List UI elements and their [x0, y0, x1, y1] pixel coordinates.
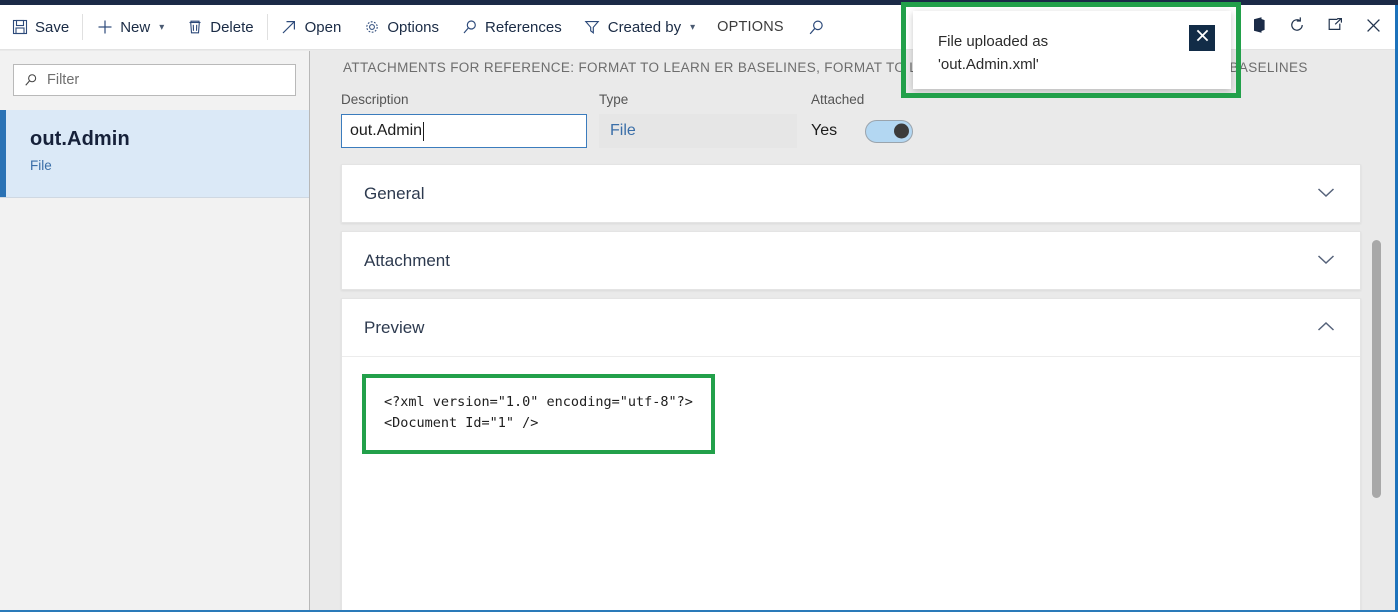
upload-notification: File uploaded as 'out.Admin.xml': [913, 11, 1231, 89]
list-item[interactable]: out.Admin File: [0, 110, 309, 198]
type-field-group: Type File: [599, 92, 797, 148]
selection-accent-bar: [0, 110, 6, 197]
attached-value: Yes: [811, 122, 837, 140]
close-icon: [1364, 16, 1383, 40]
type-value-field[interactable]: File: [599, 114, 797, 148]
options-button[interactable]: Options: [352, 5, 450, 50]
scrollbar-thumb[interactable]: [1372, 240, 1381, 498]
created-by-button[interactable]: Created by ▾: [573, 5, 706, 50]
description-input[interactable]: out.Admin: [341, 114, 587, 148]
search-input[interactable]: [47, 72, 285, 88]
accordion-group: General Attachment: [341, 164, 1361, 612]
section-attachment-title: Attachment: [364, 251, 450, 271]
section-attachment-header[interactable]: Attachment: [342, 232, 1360, 289]
xml-preview-content: <?xml version="1.0" encoding="utf-8"?> <…: [384, 392, 693, 434]
delete-button[interactable]: Delete: [175, 5, 264, 50]
filter-container: [0, 51, 309, 96]
references-label: References: [485, 19, 562, 36]
chevron-down-icon: ▾: [159, 22, 164, 33]
save-icon: [11, 19, 28, 36]
type-label: Type: [599, 92, 797, 107]
chevron-down-icon[interactable]: [1317, 254, 1335, 267]
section-preview: Preview <?xml version="1.0" encoding="ut…: [341, 298, 1361, 612]
attached-row: Yes: [811, 114, 1011, 148]
attachment-list: out.Admin File: [0, 110, 309, 198]
chevron-down-icon[interactable]: [1317, 187, 1335, 200]
open-arrow-icon: [281, 19, 298, 36]
office-icon: [1250, 16, 1268, 39]
filter-icon: [584, 19, 601, 36]
popout-icon: [1326, 16, 1344, 39]
trash-icon: [186, 19, 203, 36]
xml-preview-annotation: <?xml version="1.0" encoding="utf-8"?> <…: [362, 374, 715, 454]
toolbar-divider: [82, 14, 83, 40]
toolbar-divider: [267, 14, 268, 40]
options-menu-label: OPTIONS: [717, 19, 784, 35]
gear-icon: [363, 19, 380, 36]
attached-label: Attached: [811, 92, 1011, 107]
type-value: File: [610, 122, 636, 140]
open-button[interactable]: Open: [270, 5, 353, 50]
description-value: out.Admin: [350, 122, 422, 140]
application-window: Save New ▾ Delete: [0, 0, 1398, 612]
open-label: Open: [305, 19, 342, 36]
main-content: Description out.Admin Type File Attached…: [311, 84, 1398, 612]
magnifier-icon: [461, 19, 478, 36]
notification-close-button[interactable]: [1189, 25, 1215, 51]
section-preview-body: <?xml version="1.0" encoding="utf-8"?> <…: [342, 356, 1360, 612]
section-general: General: [341, 164, 1361, 223]
refresh-icon: [1288, 16, 1306, 39]
close-icon: [1194, 27, 1211, 49]
section-preview-header[interactable]: Preview: [342, 299, 1360, 356]
window-controls: [1240, 5, 1398, 50]
options-label: Options: [387, 19, 439, 36]
toggle-knob: [894, 124, 909, 139]
section-general-header[interactable]: General: [342, 165, 1360, 222]
delete-label: Delete: [210, 19, 253, 36]
section-preview-title: Preview: [364, 318, 424, 338]
plus-icon: [96, 19, 113, 36]
filter-box[interactable]: [13, 64, 296, 96]
description-label: Description: [341, 92, 587, 107]
office-button[interactable]: [1240, 5, 1278, 50]
search-button[interactable]: [795, 5, 838, 50]
attached-field-group: Attached Yes: [811, 92, 1011, 148]
page-caption-strip: ATTACHMENTS FOR REFERENCE: FORMAT TO LEA…: [310, 51, 1398, 84]
options-menu-button[interactable]: OPTIONS: [706, 5, 795, 50]
field-row: Description out.Admin Type File Attached…: [341, 92, 1361, 148]
new-label: New: [120, 19, 150, 36]
popout-button[interactable]: [1316, 5, 1354, 50]
save-label: Save: [35, 19, 69, 36]
save-button[interactable]: Save: [0, 5, 80, 50]
close-window-button[interactable]: [1354, 5, 1392, 50]
list-item-title: out.Admin: [30, 128, 309, 151]
created-by-label: Created by: [608, 19, 681, 36]
upload-notification-message: File uploaded as 'out.Admin.xml': [938, 31, 1168, 77]
magnifier-icon: [24, 73, 38, 87]
references-button[interactable]: References: [450, 5, 573, 50]
new-button[interactable]: New ▾: [85, 5, 175, 50]
text-cursor: [423, 122, 424, 141]
description-field-group: Description out.Admin: [341, 92, 587, 148]
attached-toggle[interactable]: [865, 120, 913, 143]
chevron-down-icon: ▾: [690, 22, 695, 33]
list-item-subtitle: File: [30, 158, 309, 173]
sidebar: out.Admin File: [0, 51, 310, 612]
section-attachment: Attachment: [341, 231, 1361, 290]
content-scrollbar[interactable]: [1366, 168, 1388, 612]
section-general-title: General: [364, 184, 424, 204]
chevron-up-icon[interactable]: [1317, 321, 1335, 334]
magnifier-icon: [808, 19, 825, 36]
refresh-button[interactable]: [1278, 5, 1316, 50]
